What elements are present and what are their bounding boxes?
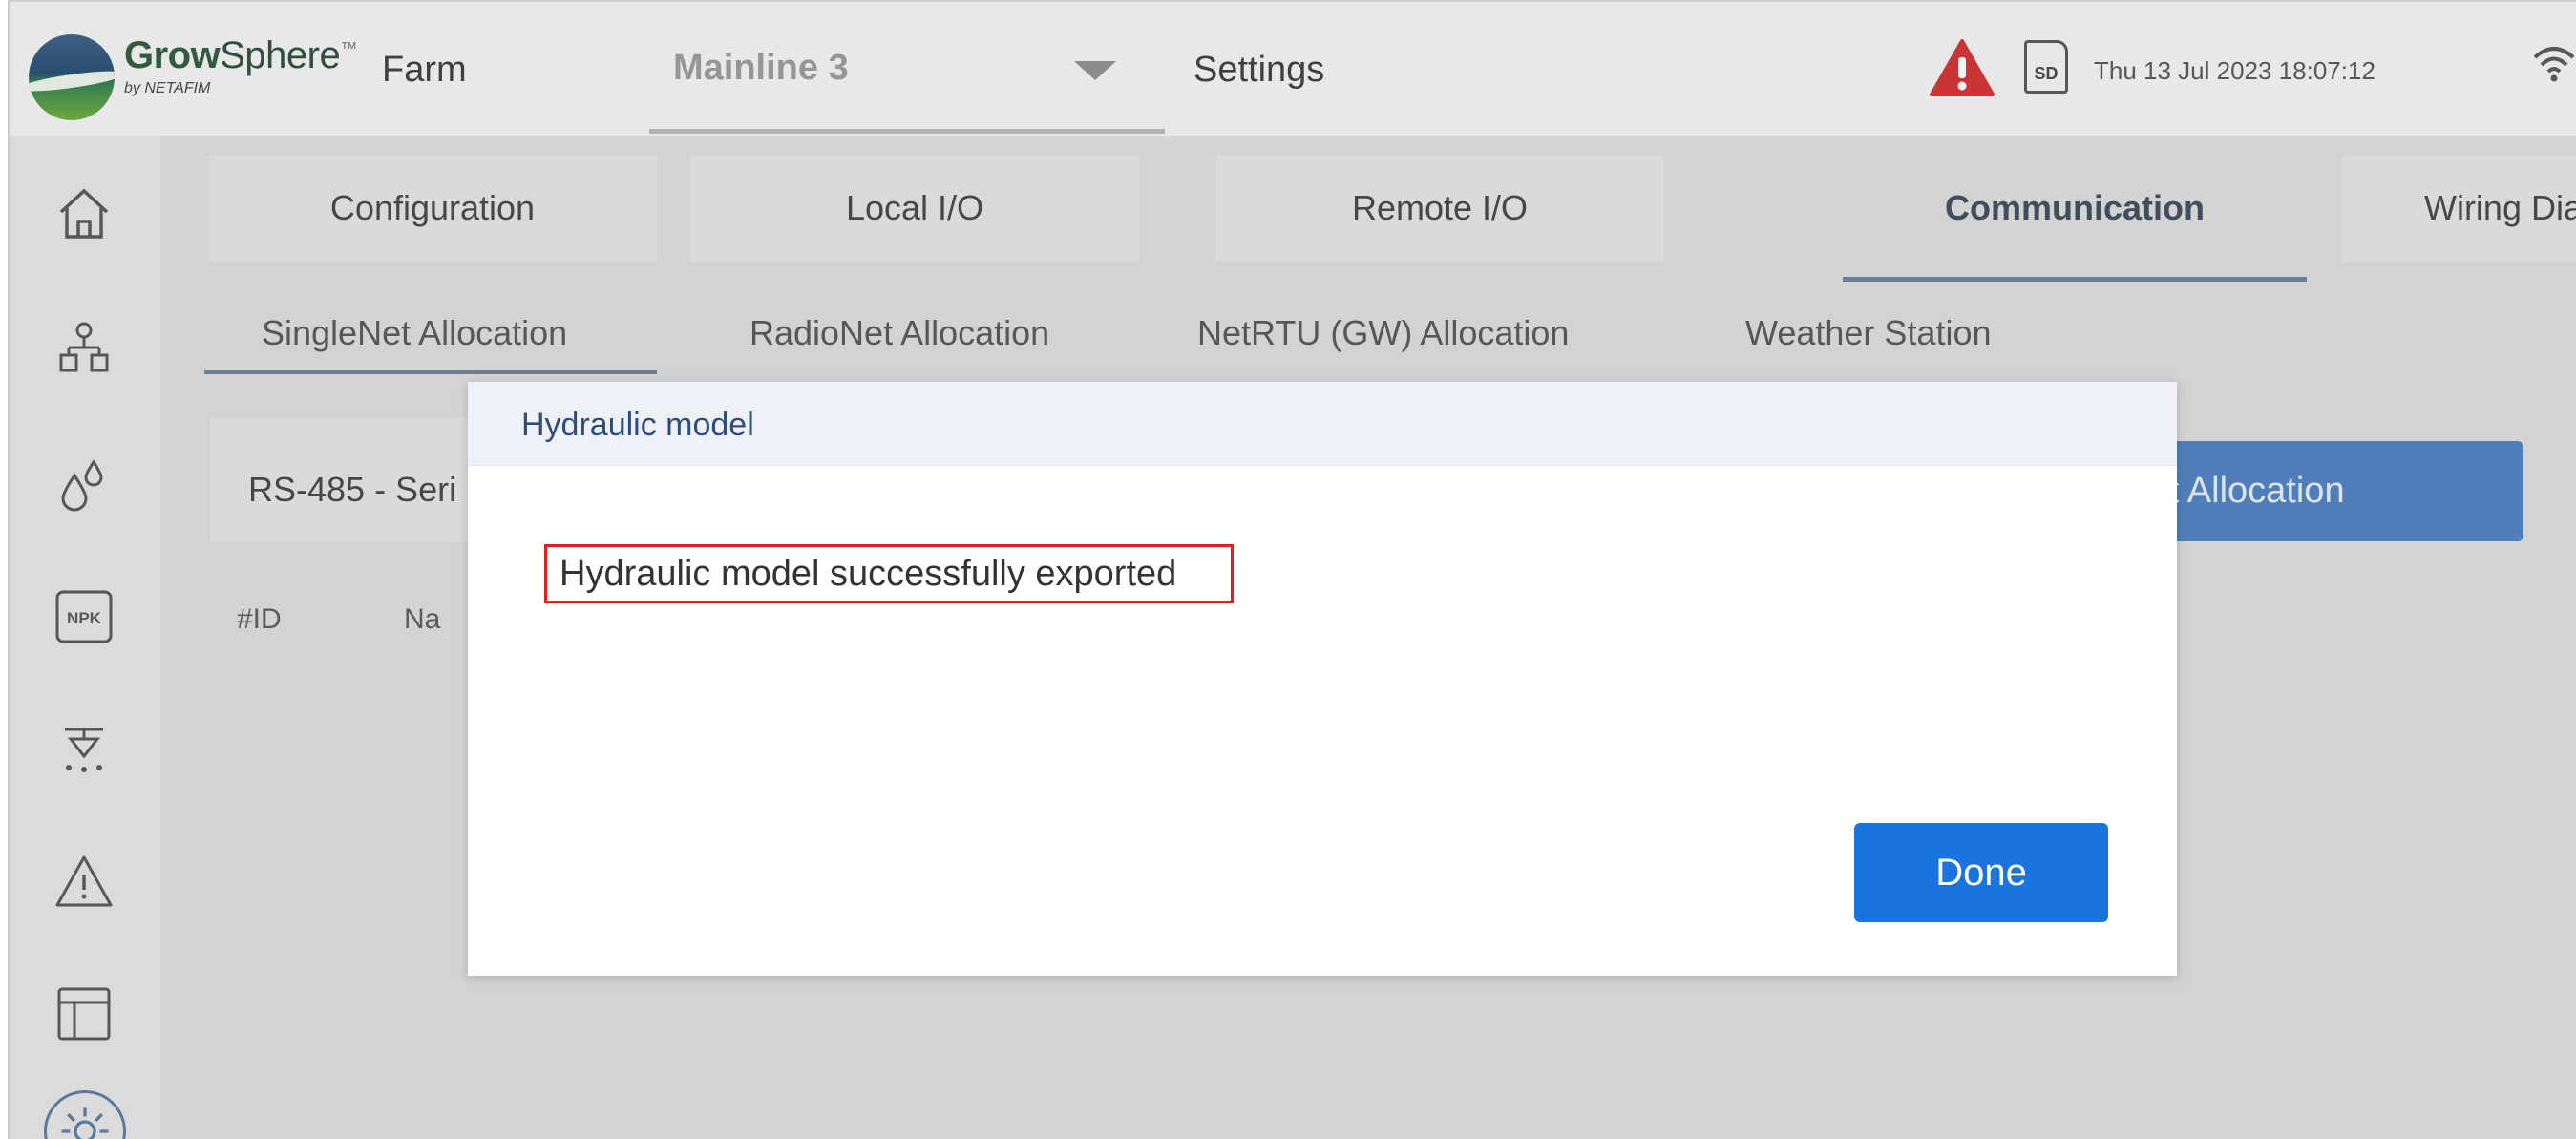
- dialog-message: Hydraulic model successfully exported: [560, 554, 1177, 594]
- done-button[interactable]: Done: [1854, 823, 2108, 922]
- dialog-header: Hydraulic model: [468, 382, 2177, 466]
- subtab-radionet[interactable]: RadioNet Allocation: [750, 313, 1049, 353]
- sd-card-icon: SD: [2024, 40, 2068, 94]
- column-header-name: Na: [404, 603, 441, 635]
- tab-communication[interactable]: Communication: [1843, 155, 2307, 262]
- home-icon[interactable]: [50, 179, 118, 248]
- tab-bar: Configuration Local I/O Remote I/O Commu…: [208, 155, 2576, 282]
- app-window: GrowSphere™ by NETAFIM Farm Mainline 3 S…: [8, 0, 2576, 1139]
- rs485-label: RS-485 - Seri: [248, 470, 457, 509]
- network-icon[interactable]: [50, 315, 118, 384]
- sidebar: NPK: [10, 136, 160, 1139]
- subtab-netrtu[interactable]: NetRTU (GW) Allocation: [1197, 313, 1569, 353]
- logo-text: GrowSphere™: [124, 34, 357, 76]
- water-drops-icon[interactable]: [50, 449, 118, 517]
- hydraulic-model-dialog: Hydraulic model Hydraulic model successf…: [468, 382, 2177, 976]
- tab-local-io[interactable]: Local I/O: [690, 155, 1139, 262]
- column-header-id: #ID: [237, 603, 282, 635]
- subtab-weather-station[interactable]: Weather Station: [1745, 313, 1991, 353]
- logo-subtitle: by NETAFIM: [124, 80, 211, 96]
- logo-globe-icon: [29, 34, 115, 120]
- tab-wiring-diagram[interactable]: Wiring Diagram: [2342, 155, 2576, 262]
- subtab-singlenet[interactable]: SingleNet Allocation: [262, 313, 567, 353]
- npk-icon[interactable]: NPK: [50, 582, 118, 651]
- top-bar: GrowSphere™ by NETAFIM Farm Mainline 3 S…: [10, 2, 2576, 136]
- active-tab-indicator: [1843, 277, 2307, 282]
- growsphere-logo[interactable]: GrowSphere™ by NETAFIM: [29, 29, 372, 120]
- settings-icon[interactable]: [44, 1090, 126, 1139]
- farm-nav[interactable]: Farm: [382, 50, 467, 91]
- datetime-display: Thu 13 Jul 2023 18:07:12: [2094, 56, 2375, 85]
- tab-remote-io[interactable]: Remote I/O: [1215, 155, 1664, 262]
- active-subtab-indicator: [204, 370, 657, 374]
- table-layout-icon[interactable]: [50, 980, 118, 1048]
- wifi-icon[interactable]: [2530, 40, 2576, 88]
- alert-icon[interactable]: [50, 848, 118, 917]
- mainline-underline: [649, 129, 1165, 134]
- mainline-selector[interactable]: Mainline 3: [673, 48, 849, 89]
- warning-icon[interactable]: [1929, 38, 1995, 97]
- dialog-title: Hydraulic model: [521, 407, 754, 443]
- svg-text:NPK: NPK: [67, 609, 102, 627]
- tab-configuration[interactable]: Configuration: [208, 155, 657, 262]
- chevron-down-icon[interactable]: [1074, 61, 1116, 80]
- sprinkler-icon[interactable]: [50, 714, 118, 783]
- settings-nav[interactable]: Settings: [1193, 50, 1324, 91]
